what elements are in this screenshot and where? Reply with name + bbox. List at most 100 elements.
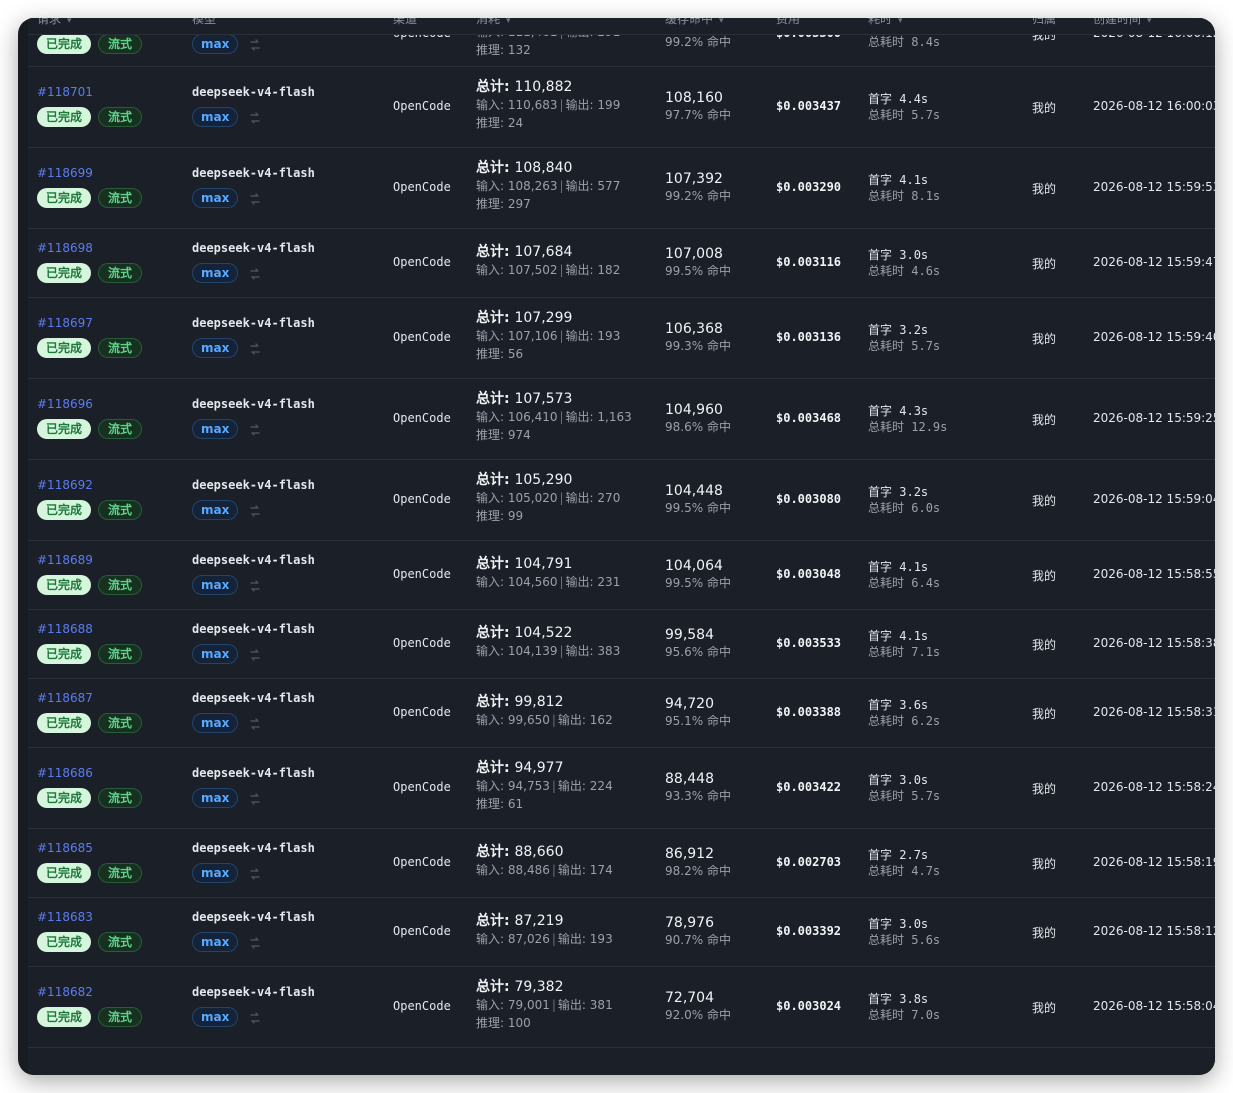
table-row[interactable]: #118701 已完成 流式 deepseek-v4-flash max OpenCode… — [28, 66, 1215, 148]
elapsed-label: 总耗时 — [868, 644, 905, 659]
total-tokens: 107,299 — [514, 309, 573, 326]
header-cache[interactable]: 缓存命中 ▾ — [665, 18, 724, 27]
request-id-link[interactable]: #118692 — [37, 478, 142, 492]
swap-arrows-icon[interactable] — [248, 716, 262, 730]
table-row[interactable]: #118687 已完成 流式 deepseek-v4-flash max OpenCode… — [28, 678, 1215, 748]
request-id-link[interactable]: #118687 — [37, 691, 142, 705]
request-id-link[interactable]: #118685 — [37, 841, 142, 855]
table-row[interactable]: #118686 已完成 流式 deepseek-v4-flash max OpenCode… — [28, 747, 1215, 829]
table-row[interactable]: #118688 已完成 流式 deepseek-v4-flash max OpenCode… — [28, 609, 1215, 679]
request-id-link[interactable]: #118701 — [37, 85, 142, 99]
cost-value: $0.003136 — [776, 329, 842, 344]
header-date[interactable]: 创建时间 ▾ — [1093, 18, 1152, 27]
stream-badge: 流式 — [98, 418, 143, 439]
reasoning-tokens: 61 — [507, 796, 524, 811]
model-name: deepseek-v4-flash — [192, 165, 315, 180]
input-label: 输入: — [476, 328, 505, 343]
request-id-link[interactable]: #118682 — [37, 985, 142, 999]
table-row[interactable]: #118692 已完成 流式 deepseek-v4-flash max OpenCode… — [28, 459, 1215, 541]
total-label: 总计: — [476, 555, 510, 572]
total-label: 总计: — [476, 759, 510, 776]
token-usage: 总计: 108,840 输入: 108,263 | 输出: 577 推理: 297 — [476, 159, 621, 211]
status-badge: 已完成 — [37, 712, 92, 733]
swap-arrows-icon[interactable] — [248, 422, 262, 436]
table-row[interactable]: #118697 已完成 流式 deepseek-v4-flash max OpenCode… — [28, 297, 1215, 379]
total-tokens: 108,840 — [514, 159, 573, 176]
reasoning-tokens: 132 — [507, 42, 531, 57]
header-user[interactable]: 归属 — [1032, 18, 1056, 27]
hit-label: 命中 — [706, 713, 731, 728]
status-badge: 已完成 — [37, 499, 92, 520]
cache-tokens: 108,160 — [665, 89, 723, 106]
header-time[interactable]: 耗时 ▾ — [868, 18, 903, 27]
owner-label: 我的 — [1032, 1000, 1057, 1015]
elapsed-label: 总耗时 — [868, 863, 905, 878]
hit-label: 命中 — [706, 932, 731, 947]
hit-rate: 99.5% — [665, 575, 704, 590]
request-id-link[interactable]: #118698 — [37, 241, 142, 255]
total-tokens: 94,977 — [514, 759, 564, 776]
elapsed-time: 5.7s — [911, 107, 941, 122]
request-log-table: #118702已完成流式deepseek-v4-flashmaxOpenCode… — [28, 18, 1215, 1075]
model-name: deepseek-v4-flash — [192, 84, 315, 99]
swap-arrows-icon[interactable] — [248, 791, 262, 805]
swap-arrows-icon[interactable] — [248, 578, 262, 592]
output-tokens: 577 — [597, 178, 621, 193]
swap-arrows-icon[interactable] — [248, 341, 262, 355]
table-row[interactable]: #118682 已完成 流式 deepseek-v4-flash max OpenCode… — [28, 966, 1215, 1048]
header-id[interactable]: 请求 ▾ — [37, 18, 72, 27]
input-label: 输入: — [476, 997, 505, 1012]
request-id-link[interactable]: #118689 — [37, 553, 142, 567]
elapsed-label: 总耗时 — [868, 788, 905, 803]
output-label: 输出: — [565, 262, 594, 277]
first-token-label: 首字 — [868, 403, 893, 418]
model-name: deepseek-v4-flash — [192, 396, 315, 411]
status-badge: 已完成 — [37, 187, 92, 208]
client-name: OpenCode — [393, 329, 451, 344]
swap-arrows-icon[interactable] — [248, 37, 262, 51]
request-id-link[interactable]: #118688 — [37, 622, 142, 636]
table-row[interactable]: #118698 已完成 流式 deepseek-v4-flash max OpenCode… — [28, 228, 1215, 298]
table-row[interactable]: #118689 已完成 流式 deepseek-v4-flash max OpenCode… — [28, 540, 1215, 610]
header-tokens[interactable]: 消耗 ▾ — [476, 18, 511, 27]
output-label: 输出: — [565, 409, 594, 424]
swap-arrows-icon[interactable] — [248, 110, 262, 124]
cache-tokens: 99,584 — [665, 626, 714, 643]
header-client[interactable]: 渠道 — [393, 18, 417, 27]
swap-arrows-icon[interactable] — [248, 503, 262, 517]
request-id-link[interactable]: #118699 — [37, 166, 142, 180]
swap-arrows-icon[interactable] — [248, 191, 262, 205]
created-at: 2026-08-12 15:58:19 — [1093, 854, 1215, 869]
header-model[interactable]: 模型 — [192, 18, 216, 27]
input-tokens: 107,502 — [507, 262, 558, 277]
output-label: 输出: — [557, 931, 586, 946]
request-id-link[interactable]: #118696 — [37, 397, 142, 411]
request-id-link[interactable]: #118686 — [37, 766, 142, 780]
request-id-link[interactable]: #118683 — [37, 910, 142, 924]
sort-caret-icon: ▾ — [506, 18, 511, 26]
swap-arrows-icon[interactable] — [248, 935, 262, 949]
token-usage: 总计: 87,219 输入: 87,026 | 输出: 193 — [476, 912, 613, 946]
request-id-link[interactable]: #118697 — [37, 316, 142, 330]
table-row[interactable]: #118685 已完成 流式 deepseek-v4-flash max OpenCode… — [28, 828, 1215, 898]
cache-tokens: 78,976 — [665, 914, 714, 931]
swap-arrows-icon[interactable] — [248, 866, 262, 880]
swap-arrows-icon[interactable] — [248, 266, 262, 280]
client-name: OpenCode — [393, 923, 451, 938]
token-usage: 总计: 79,382 输入: 79,001 | 输出: 381 推理: 100 — [476, 978, 613, 1030]
model-name: deepseek-v4-flash — [192, 621, 315, 636]
input-label: 输入: — [476, 862, 505, 877]
input-tokens: 79,001 — [507, 997, 550, 1012]
header-cost[interactable]: 费用 — [776, 18, 800, 27]
table-row[interactable]: #118683 已完成 流式 deepseek-v4-flash max OpenCode… — [28, 897, 1215, 967]
swap-arrows-icon[interactable] — [248, 1010, 262, 1024]
table-row[interactable]: #118696 已完成 流式 deepseek-v4-flash max OpenCode… — [28, 378, 1215, 460]
stream-badge: 流式 — [98, 787, 143, 808]
first-token-label: 首字 — [868, 628, 893, 643]
elapsed-label: 总耗时 — [868, 713, 905, 728]
reasoning-tokens: 56 — [507, 346, 524, 361]
stream-badge: 流式 — [98, 337, 143, 358]
swap-arrows-icon[interactable] — [248, 647, 262, 661]
table-row[interactable]: #118699 已完成 流式 deepseek-v4-flash max OpenCode… — [28, 147, 1215, 229]
hit-rate: 95.1% — [665, 713, 704, 728]
